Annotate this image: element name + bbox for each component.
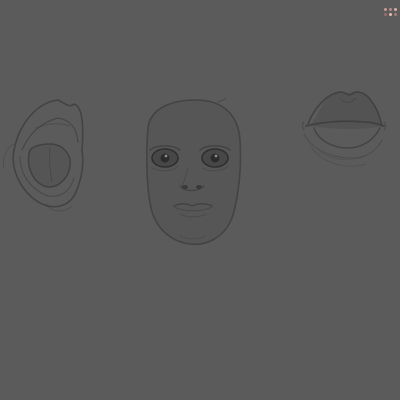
open-mouth-tongue-sketch bbox=[3, 99, 84, 212]
closed-lips-sketch bbox=[302, 91, 386, 167]
palette-color-dot bbox=[394, 13, 397, 16]
palette-color-dot bbox=[389, 8, 392, 11]
drawing-canvas[interactable] bbox=[0, 0, 400, 400]
sketch-layer bbox=[3, 91, 386, 246]
palette-color-dot bbox=[384, 13, 387, 16]
palette-color-dot bbox=[384, 8, 387, 11]
color-palette bbox=[380, 6, 398, 22]
palette-color-dot bbox=[394, 8, 397, 11]
face-portrait-sketch bbox=[146, 97, 242, 246]
palette-color-dot bbox=[389, 13, 392, 16]
